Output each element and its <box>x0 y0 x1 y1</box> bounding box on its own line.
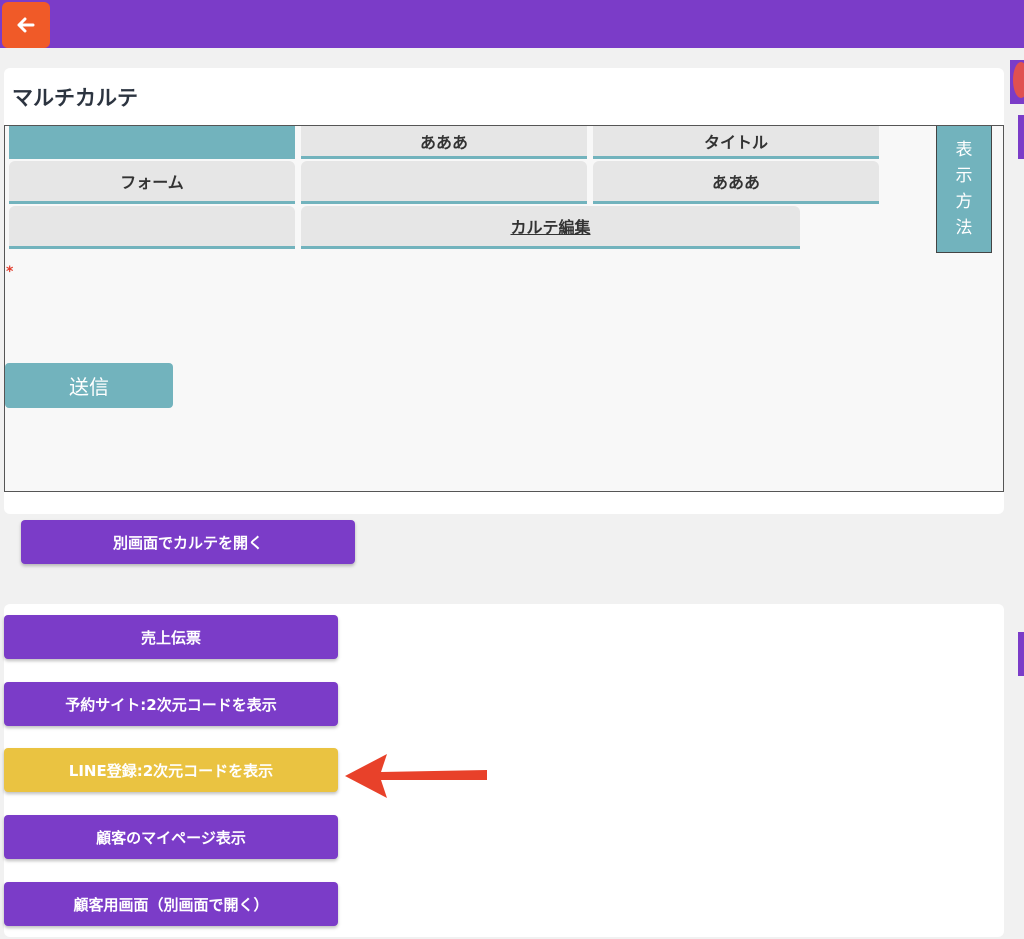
tab-r3-c1[interactable] <box>9 206 295 249</box>
display-toggle-char-2: 示 <box>955 166 973 186</box>
tab-r1-c2[interactable]: あああ <box>301 126 587 159</box>
customer-screen-button[interactable]: 顧客用画面（別画面で開く） <box>4 882 338 926</box>
tab-r2-c2[interactable] <box>301 161 587 204</box>
display-mode-toggle[interactable]: 表 示 方 法 <box>936 126 992 253</box>
right-edge-tab-2[interactable] <box>1018 115 1024 159</box>
reservation-qr-button[interactable]: 予約サイト:2次元コードを表示 <box>4 682 338 726</box>
red-arrow-annotation <box>345 754 487 798</box>
line-qr-button[interactable]: LINE登録:2次元コードを表示 <box>4 748 338 792</box>
karte-card: マルチカルテ あああ タイトル フォーム あああ カルテ編集 表 示 方 法 *… <box>4 68 1004 514</box>
tab-form[interactable]: フォーム <box>9 161 295 204</box>
required-mark: * <box>6 264 14 280</box>
tab-karte-edit-label: カルテ編集 <box>510 218 591 237</box>
tab-r2-c3[interactable]: あああ <box>593 161 879 204</box>
right-edge-tab-3[interactable] <box>1018 632 1024 676</box>
display-toggle-char-3: 方 <box>955 192 973 212</box>
open-karte-separate-button[interactable]: 別画面でカルテを開く <box>21 520 355 564</box>
submit-button[interactable]: 送信 <box>5 363 173 408</box>
tab-karte-edit[interactable]: カルテ編集 <box>301 206 800 249</box>
page-title: マルチカルテ <box>12 86 138 110</box>
top-bar <box>0 0 1024 48</box>
right-edge-badge <box>1013 62 1024 98</box>
karte-frame: あああ タイトル フォーム あああ カルテ編集 表 示 方 法 * 送信 <box>4 125 1004 492</box>
tab-r1-c3[interactable]: タイトル <box>593 126 879 159</box>
display-toggle-char-4: 法 <box>955 218 973 238</box>
display-toggle-char-1: 表 <box>955 140 973 160</box>
back-button[interactable] <box>2 2 50 48</box>
sales-slip-button[interactable]: 売上伝票 <box>4 615 338 659</box>
customer-mypage-button[interactable]: 顧客のマイページ表示 <box>4 815 338 859</box>
arrow-left-icon <box>17 17 35 33</box>
tab-r1-c1[interactable] <box>9 126 295 159</box>
